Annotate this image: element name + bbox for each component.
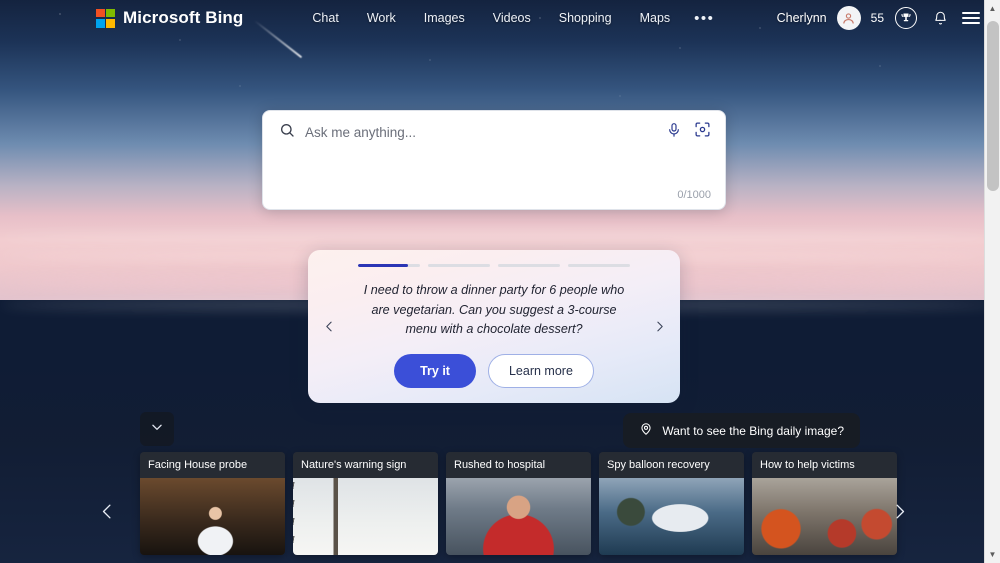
daily-image-label: Want to see the Bing daily image? [662, 423, 844, 438]
brand[interactable]: Microsoft Bing [96, 8, 243, 28]
nav-videos[interactable]: Videos [479, 7, 545, 29]
visual-search-camera-icon[interactable] [694, 121, 711, 143]
learn-more-button[interactable]: Learn more [487, 353, 594, 388]
news-card-how-to-help-victims[interactable]: How to help victims [752, 452, 897, 555]
scrollbar-track[interactable] [985, 17, 1000, 546]
scroll-up-arrow-icon[interactable]: ▲ [985, 0, 1000, 17]
bell-icon[interactable] [928, 6, 952, 30]
search-icon [279, 122, 295, 143]
progress-segment[interactable] [568, 264, 630, 267]
chevron-left-icon[interactable] [318, 316, 340, 338]
microsoft-logo-icon [96, 8, 115, 28]
news-card-thumbnail [140, 478, 285, 555]
scroll-down-arrow-icon[interactable]: ▼ [985, 546, 1000, 563]
character-counter: 0/1000 [677, 189, 711, 201]
nav-shopping[interactable]: Shopping [545, 7, 626, 29]
rewards-points-count: 55 [870, 11, 884, 25]
news-card-thumbnail [446, 478, 591, 555]
cloud-band [0, 232, 1000, 242]
suggestion-prompt-text: I need to throw a dinner party for 6 peo… [363, 283, 625, 337]
news-prev-button[interactable] [94, 496, 120, 526]
news-carousel: Facing House probe Nature's warning sign… [140, 452, 897, 555]
page-scrollbar[interactable]: ▲ ▼ [984, 0, 1000, 563]
header-right-cluster: Cherlynn 55 [777, 6, 1000, 30]
hamburger-menu-icon[interactable] [962, 12, 980, 24]
location-pin-icon [639, 422, 653, 439]
nav-maps[interactable]: Maps [626, 7, 685, 29]
nav-more-overflow-icon[interactable]: ••• [684, 11, 724, 26]
top-header: Microsoft Bing Chat Work Images Videos S… [0, 0, 1000, 36]
progress-segment[interactable] [498, 264, 560, 267]
news-card-title: How to help victims [752, 452, 897, 478]
search-row: Ask me anything... [263, 111, 725, 153]
news-next-button[interactable] [886, 496, 912, 526]
suggestion-actions: Try it Learn more [394, 353, 594, 388]
nav-images[interactable]: Images [410, 7, 479, 29]
news-card-natures-warning-sign[interactable]: Nature's warning sign [293, 452, 438, 555]
progress-segment[interactable] [428, 264, 490, 267]
nav-chat[interactable]: Chat [298, 7, 352, 29]
chevron-down-icon [150, 420, 164, 439]
news-card-spy-balloon-recovery[interactable]: Spy balloon recovery [599, 452, 744, 555]
news-card-title: Rushed to hospital [446, 452, 591, 478]
search-actions [666, 121, 711, 143]
carousel-progress [358, 264, 630, 267]
user-name-label: Cherlynn [776, 11, 827, 25]
news-card-thumbnail [599, 478, 744, 555]
nav-work[interactable]: Work [353, 7, 410, 29]
primary-nav: Chat Work Images Videos Shopping Maps ••… [298, 7, 724, 29]
try-it-button[interactable]: Try it [394, 353, 476, 388]
scrollbar-thumb[interactable] [986, 21, 999, 191]
trophy-rewards-icon[interactable] [894, 6, 918, 30]
microphone-icon[interactable] [666, 122, 682, 143]
search-box[interactable]: Ask me anything... 0/1000 [262, 110, 726, 210]
account-avatar-icon[interactable] [836, 6, 861, 30]
collapse-news-button[interactable] [140, 412, 174, 446]
suggestion-card: I need to throw a dinner party for 6 peo… [308, 250, 680, 403]
bing-daily-image-pill[interactable]: Want to see the Bing daily image? [623, 413, 860, 448]
news-card-title: Facing House probe [140, 452, 285, 478]
chevron-right-icon[interactable] [648, 316, 670, 338]
brand-label: Microsoft Bing [123, 8, 244, 27]
news-card-rushed-to-hospital[interactable]: Rushed to hospital [446, 452, 591, 555]
bing-homepage: Microsoft Bing Chat Work Images Videos S… [0, 0, 1000, 563]
news-card-facing-house-probe[interactable]: Facing House probe [140, 452, 285, 555]
progress-segment[interactable] [358, 264, 420, 267]
news-card-title: Nature's warning sign [293, 452, 438, 478]
news-card-title: Spy balloon recovery [599, 452, 744, 478]
news-card-thumbnail [752, 478, 897, 555]
search-input[interactable]: Ask me anything... [305, 125, 656, 140]
news-card-thumbnail [293, 478, 438, 555]
